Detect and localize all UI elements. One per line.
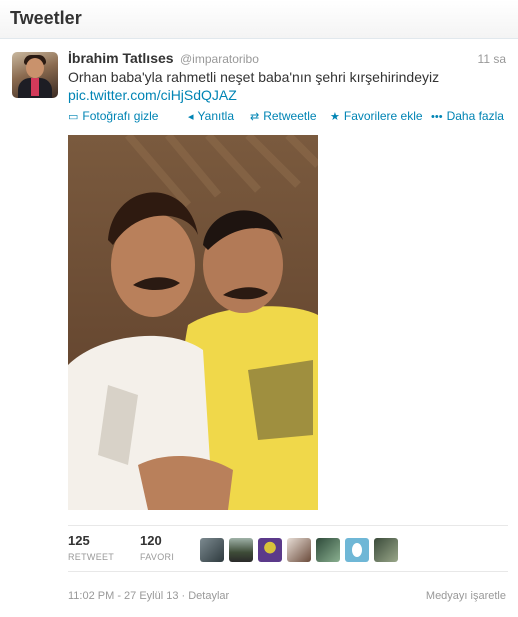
tweet-time[interactable]: 11 sa [478, 52, 506, 66]
retweet-count: 125 [68, 533, 90, 548]
retweet-stat-label: RETWEET [68, 552, 115, 562]
favoriter-avatar[interactable] [287, 538, 311, 562]
tweet-media-link[interactable]: pic.twitter.com/ciHjSdQJAZ [68, 87, 237, 103]
retweet-icon: ⇄ [250, 111, 260, 123]
tweet-stats: 125 RETWEET 120 FAVORI [68, 525, 508, 572]
timeline-header: Tweetler [0, 0, 518, 39]
retweet-label: Retweetle [263, 109, 317, 123]
hide-photo-button[interactable]: ▭ Fotoğrafı gizle [68, 109, 158, 123]
tweet-actions: ▭ Fotoğrafı gizle ◂ Yanıtla ⇄ Retweetle ★ Fa… [68, 109, 508, 125]
screen-name[interactable]: @imparatoribo [180, 52, 259, 66]
favoriter-avatar[interactable] [229, 538, 253, 562]
tweet: İbrahim Tatlıses @imparatoribo 11 sa Orh… [0, 40, 518, 617]
hide-photo-label: Fotoğrafı gizle [82, 109, 159, 123]
retweet-button[interactable]: ⇄ Retweetle [250, 109, 317, 123]
star-icon: ★ [330, 111, 340, 123]
user-name[interactable]: İbrahim Tatlıses [68, 50, 174, 66]
reply-label: Yanıtla [197, 109, 234, 123]
tweet-photo[interactable] [68, 135, 318, 510]
favorite-label: Favorilere ekle [343, 109, 423, 123]
favoriter-avatar[interactable] [316, 538, 340, 562]
reply-arrow-icon: ◂ [188, 111, 194, 123]
tweet-text: Orhan baba'yla rahmetli neşet baba'nın ş… [68, 69, 440, 85]
favorite-button[interactable]: ★ Favorilere ekle [330, 109, 423, 123]
favorite-stat-label: FAVORI [140, 552, 175, 562]
more-label: Daha fazla [446, 109, 504, 123]
ellipsis-icon: ••• [431, 111, 443, 123]
avatar-shirt [31, 78, 39, 96]
favorite-count: 120 [140, 533, 162, 548]
egg-icon [352, 543, 362, 557]
photo-icon: ▭ [68, 111, 79, 123]
favorite-stat[interactable]: 120 FAVORI [140, 533, 174, 562]
avatar-face [26, 58, 44, 78]
favoriter-avatar[interactable] [200, 538, 224, 562]
page-title: Tweetler [10, 8, 82, 28]
photo-image [68, 135, 318, 510]
flag-media-link[interactable]: Medyayı işaretle [426, 590, 506, 602]
tweet-timestamp[interactable]: 11:02 PM - 27 Eylül 13 · Detaylar [68, 590, 229, 602]
default-egg-avatar[interactable] [345, 538, 369, 562]
avatar[interactable] [12, 52, 58, 98]
more-button[interactable]: ••• Daha fazla [431, 109, 504, 123]
reply-button[interactable]: ◂ Yanıtla [188, 109, 234, 123]
favoriter-avatar[interactable] [374, 538, 398, 562]
favoriter-avatar[interactable] [258, 538, 282, 562]
retweet-stat[interactable]: 125 RETWEET [68, 533, 114, 562]
